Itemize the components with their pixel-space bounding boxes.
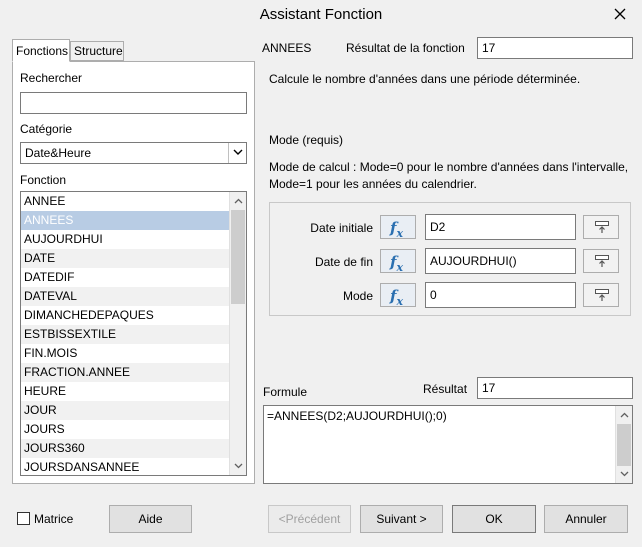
function-description: Calcule le nombre d'années dans une péri… [269,72,581,86]
title-bar: Assistant Fonction [0,0,642,30]
function-result-field[interactable]: 17 [477,37,633,59]
function-list[interactable]: ANNEE ANNEES AUJOURDHUI DATE DATEDIF DAT… [20,191,247,476]
ok-button[interactable]: OK [452,505,536,533]
scroll-up-icon[interactable] [234,198,243,204]
arg-label-mode: Mode [342,289,373,303]
list-item[interactable]: ANNEE [21,192,230,211]
function-name: ANNEES [262,41,312,55]
list-scrollbar[interactable] [229,192,246,475]
shrink-select-icon[interactable] [583,283,619,307]
shrink-select-icon[interactable] [583,249,619,273]
list-item[interactable]: DIMANCHEDEPAQUES [21,306,230,325]
list-item[interactable]: JOURS360 [21,439,230,458]
list-item[interactable]: FRACTION.ANNEE [21,363,230,382]
previous-button[interactable]: <Précédent [268,505,351,533]
formula-scrollbar[interactable] [615,406,632,483]
search-input[interactable] [20,92,247,114]
arg-input-date-de-fin[interactable]: AUJOURDHUI() [425,248,576,274]
list-item[interactable]: DATEDIF [21,268,230,287]
list-item[interactable]: DATE [21,249,230,268]
matrix-label: Matrice [34,512,74,526]
formula-label: Formule [263,385,308,399]
fx-icon[interactable]: fx [380,283,416,308]
arg-label-date-de-fin: Date de fin [314,255,373,269]
tab-label: Fonctions [16,44,69,58]
scrollbar-thumb[interactable] [617,424,631,466]
list-item[interactable]: AUJOURDHUI [21,230,230,249]
scroll-down-icon[interactable] [234,463,243,469]
cancel-button[interactable]: Annuler [544,505,628,533]
list-item[interactable]: ESTBISSEXTILE [21,325,230,344]
list-item[interactable]: DATEVAL [21,287,230,306]
fx-icon[interactable]: fx [380,249,416,274]
formula-result-label: Résultat [423,382,468,396]
arguments-group: Date initiale fx D2 Date de fin fx AUJOU… [269,202,631,316]
next-button[interactable]: Suivant > [360,505,443,533]
function-result-label: Résultat de la fonction [346,41,465,55]
category-value: Date&Heure [25,146,92,160]
list-item[interactable]: HEURE [21,382,230,401]
arg-input-date-initiale[interactable]: D2 [425,214,576,240]
arg-input-mode[interactable]: 0 [425,282,576,308]
chevron-down-icon[interactable] [228,143,246,163]
scroll-up-icon[interactable] [620,412,629,418]
fx-icon[interactable]: fx [380,215,416,240]
list-item[interactable]: JOUR [21,401,230,420]
param-title: Mode (requis) [269,133,344,147]
search-label: Rechercher [20,71,83,85]
function-label: Fonction [20,173,67,187]
category-select[interactable]: Date&Heure [20,142,247,164]
category-label: Catégorie [20,122,73,136]
scrollbar-thumb[interactable] [231,210,245,304]
scroll-down-icon[interactable] [620,471,629,477]
formula-text: =ANNEES(D2;AUJOURDHUI();0) [267,409,447,423]
tab-structure[interactable]: Structure [70,41,124,61]
list-item[interactable]: JOURS [21,420,230,439]
functions-panel: Rechercher Catégorie Date&Heure Fonction… [12,61,255,484]
list-item-selected[interactable]: ANNEES [21,211,230,230]
param-description: Mode de calcul : Mode=0 pour le nombre d… [269,160,629,174]
help-button[interactable]: Aide [109,505,192,533]
tab-label: Structure [74,44,123,58]
formula-result-field[interactable]: 17 [477,377,633,399]
tab-fonctions[interactable]: Fonctions [12,39,70,62]
window-title: Assistant Fonction [259,6,383,23]
list-item[interactable]: JOURSDANSANNEE [21,458,230,475]
shrink-select-icon[interactable] [583,215,619,239]
matrix-checkbox[interactable] [17,512,30,525]
formula-editor[interactable]: =ANNEES(D2;AUJOURDHUI();0) [263,405,633,484]
arg-label-date-initiale: Date initiale [310,221,373,235]
list-item[interactable]: FIN.MOIS [21,344,230,363]
param-description: Mode=1 pour les années du calendrier. [269,177,477,191]
close-icon[interactable] [612,6,628,22]
